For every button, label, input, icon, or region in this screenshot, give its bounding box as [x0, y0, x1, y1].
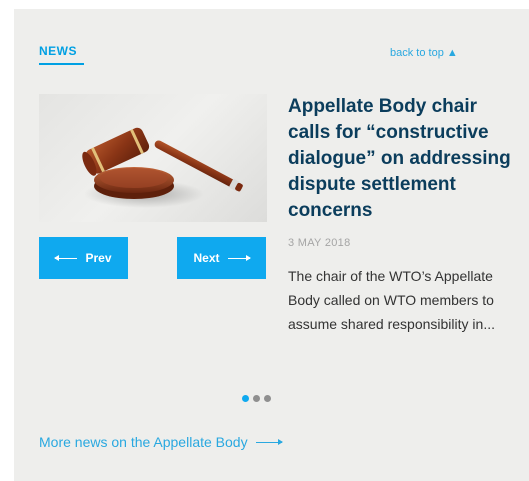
more-news-label: More news on the Appellate Body	[39, 434, 248, 450]
article-date: 3 MAY 2018	[288, 237, 351, 249]
prev-button[interactable]: Prev	[39, 237, 128, 279]
more-news-link[interactable]: More news on the Appellate Body	[39, 434, 283, 450]
arrow-right-icon	[227, 254, 251, 261]
pagination-dot-1[interactable]	[242, 395, 249, 402]
section-title: NEWS	[39, 44, 77, 58]
back-to-top-link[interactable]: back to top ▲	[390, 47, 458, 59]
pagination-dot-2[interactable]	[253, 395, 260, 402]
pagination-dot-3[interactable]	[264, 395, 271, 402]
article-headline[interactable]: Appellate Body chair calls for “construc…	[288, 94, 523, 224]
gavel-icon	[82, 127, 243, 208]
next-button-label: Next	[193, 251, 220, 265]
prev-button-label: Prev	[85, 251, 112, 265]
article-excerpt: The chair of the WTO’s Appellate Body ca…	[288, 268, 495, 332]
next-button[interactable]: Next	[177, 237, 266, 279]
news-image-gavel[interactable]	[39, 94, 267, 222]
news-panel: NEWS back to top ▲ Prev Next Appellate B…	[14, 9, 529, 481]
arrow-right-icon	[255, 438, 283, 445]
arrow-left-icon	[54, 254, 78, 261]
carousel-pagination	[242, 395, 271, 402]
section-title-underline	[39, 63, 84, 65]
